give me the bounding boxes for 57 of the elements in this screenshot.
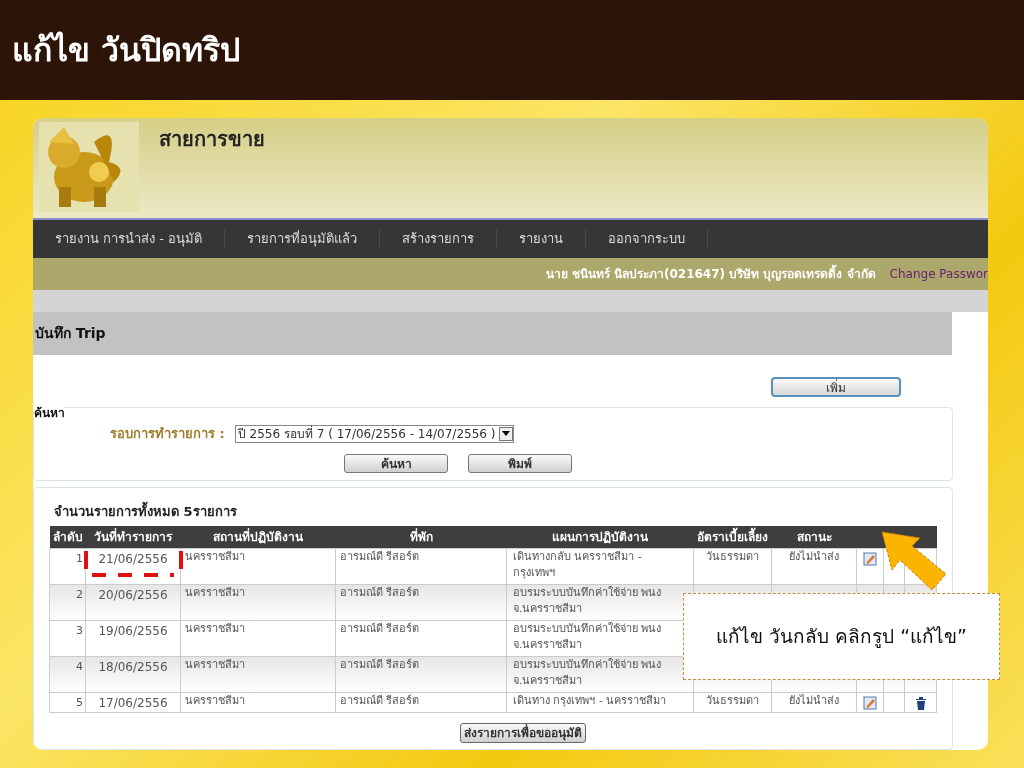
- section-title: บันทึก Trip: [35, 324, 106, 343]
- table-cell: ยังไม่นำส่ง: [789, 694, 839, 707]
- table-cell: อบรมระบบบันทึกค่าใช้จ่าย พนง จ.นครราชสีมา: [513, 658, 662, 687]
- slide-title: แก้ไข วันปิดทริป: [12, 30, 241, 71]
- column-header: ลำดับ: [49, 525, 86, 549]
- search-form-button[interactable]: ค้นหา: [344, 453, 448, 473]
- trash-icon[interactable]: [914, 696, 927, 710]
- table-cell: อบรมระบบบันทึกค่าใช้จ่าย พนง จ.นครราชสีมา: [513, 622, 662, 651]
- table-cell: อารมณ์ดี รีสอร์ต: [340, 658, 420, 671]
- table-cell: อารมณ์ดี รีสอร์ต: [340, 694, 420, 707]
- table-cell: เดินทาง กรุงเทพฯ - นครราชสีมา: [513, 694, 667, 707]
- column-header: แผนการปฏิบัติงาน: [506, 525, 694, 549]
- nav-link[interactable]: รายงาน การนำส่ง - อนุมัติ: [33, 229, 226, 249]
- table-cell: วันธรรมดา: [706, 694, 759, 707]
- nav-link[interactable]: สร้างรายการ: [380, 229, 498, 249]
- column-header: สถานะ: [771, 525, 857, 549]
- column-header: อัตราเบี้ยเลี้ยง: [693, 525, 772, 549]
- table-cell: นครราชสีมา: [185, 658, 245, 671]
- table-cell: นครราชสีมา: [185, 550, 245, 563]
- table-cell: 5: [76, 696, 83, 709]
- nav-link[interactable]: รายงาน: [497, 229, 587, 249]
- table-cell: 4: [76, 660, 83, 673]
- table-cell: อารมณ์ดี รีสอร์ต: [340, 550, 420, 563]
- column-header: ที่พัก: [335, 525, 507, 549]
- table-cell: เดินทางกลับ นครราชสีมา - กรุงเทพฯ: [513, 550, 642, 579]
- column-header: สถานที่ปฏิบัติงาน: [180, 525, 336, 549]
- submit-for-approval-button[interactable]: ส่งรายการเพื่อขออนุมัติ: [460, 723, 586, 743]
- column-header: วันที่ทำรายการ: [85, 525, 181, 549]
- nav-link[interactable]: ออกจากระบบ: [586, 229, 709, 249]
- table-cell: 21/06/2556: [98, 552, 168, 566]
- callout-text: แก้ไข วันกลับ คลิกรูป “แก้ไข”: [716, 624, 967, 650]
- table-cell: วันธรรมดา: [706, 550, 759, 563]
- table-cell: 1: [76, 552, 83, 565]
- table-cell: 18/06/2556: [98, 660, 168, 674]
- table-cell: 17/06/2556: [98, 696, 168, 710]
- change-password-link[interactable]: Change Passwor: [889, 265, 988, 283]
- app-title: สายการขาย: [159, 126, 265, 153]
- header-spacer: [856, 525, 884, 549]
- table-cell: อารมณ์ดี รีสอร์ต: [340, 586, 420, 599]
- table-cell: 19/06/2556: [98, 624, 168, 638]
- round-select[interactable]: ปี 2556 รอบที่ 7 ( 17/06/2556 - 14/07/2556 ): [234, 424, 515, 443]
- pointer-arrow: [880, 530, 948, 592]
- user-info: นาย ชนินทร์ นิลประภา(021647) บริษัท บุญรอดเทรดดิ้ง จำกัด: [545, 265, 876, 283]
- field-label: รอบการทำรายการ :: [110, 425, 225, 443]
- table-cell: 2: [76, 588, 83, 601]
- add-button[interactable]: เพิ่ม: [771, 377, 901, 397]
- nav-link[interactable]: รายการที่อนุมัติแล้ว: [225, 229, 381, 249]
- table-cell: นครราชสีมา: [185, 694, 245, 707]
- table-cell: ยังไม่นำส่ง: [789, 550, 839, 563]
- result-count: จำนวนรายการทั้งหมด 5รายการ: [48, 502, 938, 522]
- table-cell: นครราชสีมา: [185, 622, 245, 635]
- table-cell: นครราชสีมา: [185, 586, 245, 599]
- table-cell: อบรมระบบบันทึกค่าใช้จ่าย พนง จ.นครราชสีมา: [513, 586, 662, 615]
- search-form-button[interactable]: พิมพ์: [468, 453, 572, 473]
- table-cell: 20/06/2556: [98, 588, 168, 602]
- table-cell: อารมณ์ดี รีสอร์ต: [340, 622, 420, 635]
- table-cell: 3: [76, 624, 83, 637]
